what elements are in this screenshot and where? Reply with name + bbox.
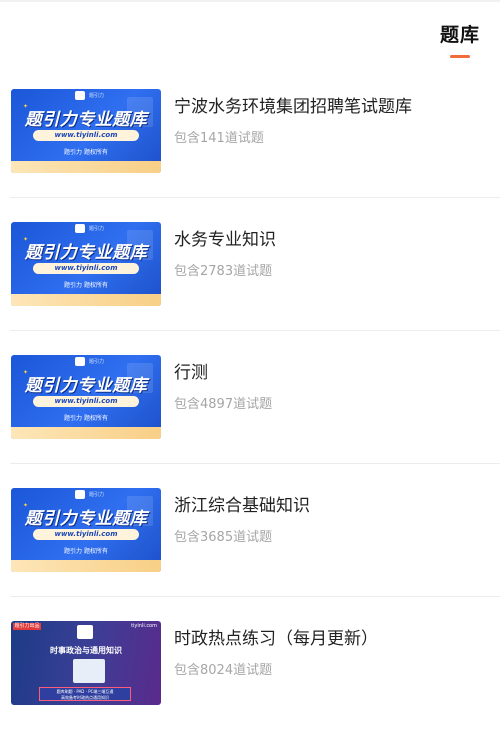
logo-icon (75, 91, 85, 100)
thumbnail-url: tiyinli.com (131, 623, 157, 629)
qr-code-icon (77, 625, 93, 639)
bank-question-count: 包含141道试题 (174, 131, 264, 146)
bank-name[interactable]: 浙江综合基础知识 (174, 491, 310, 516)
bank-name[interactable]: 水务专业知识 (174, 225, 276, 250)
bank-thumbnail: 题引力出品 tiyinli.com 时事政治与通用知识 题库刷题 · PAD ·… (11, 621, 161, 705)
bank-question-count: 包含2783道试题 (174, 264, 273, 279)
thumbnail-logo-text: 题引力 (89, 359, 105, 365)
bank-question-count: 包含3685道试题 (174, 530, 273, 545)
active-tab-indicator (450, 55, 470, 58)
thumbnail-url: www.tiyinli.com (33, 396, 139, 407)
list-item[interactable]: 题引力 ✦ 题引力专业题库 www.tiyinli.com 题引力 题权所有 宁… (0, 64, 500, 197)
list-item[interactable]: 题引力 ✦ 题引力专业题库 www.tiyinli.com 题引力 题权所有 行… (0, 330, 500, 463)
thumbnail-banner: 题库刷题 · PAD · PC端三端互通 高效备考时政热点通用知识 (39, 687, 131, 701)
thumbnail-bottom-band (11, 161, 161, 173)
thumbnail-logo-text: 题引力 (89, 226, 105, 232)
thumbnail-title: 题引力专业题库 (24, 509, 148, 529)
bank-question-count: 包含4897道试题 (174, 397, 273, 412)
thumbnail-tagline: 题引力 题权所有 (64, 548, 108, 555)
logo-icon (75, 224, 85, 233)
thumbnail-logo-text: 题引力 (89, 93, 105, 99)
thumbnail-title: 题引力专业题库 (24, 243, 148, 263)
logo-icon (75, 357, 85, 366)
bank-thumbnail: 题引力 ✦ 题引力专业题库 www.tiyinli.com 题引力 题权所有 (11, 222, 161, 306)
list-item[interactable]: 题引力 ✦ 题引力专业题库 www.tiyinli.com 题引力 题权所有 浙… (0, 463, 500, 596)
thumbnail-logo-text: 题引力 (89, 492, 105, 498)
bank-name[interactable]: 宁波水务环境集团招聘笔试题库 (174, 92, 412, 117)
thumbnail-badge: 题引力出品 (13, 623, 41, 630)
bank-thumbnail: 题引力 ✦ 题引力专业题库 www.tiyinli.com 题引力 题权所有 (11, 355, 161, 439)
thumbnail-title: 题引力专业题库 (24, 110, 148, 130)
bank-question-count: 包含8024道试题 (174, 663, 273, 678)
thumbnail-tagline: 题引力 题权所有 (64, 415, 108, 422)
thumbnail-tagline: 题引力 题权所有 (64, 149, 108, 156)
thumbnail-banner-line2: 高效备考时政热点通用知识 (61, 695, 109, 700)
thumbnail-title: 题引力专业题库 (24, 376, 148, 396)
thumbnail-title: 时事政治与通用知识 (50, 646, 122, 655)
list-item[interactable]: 题引力出品 tiyinli.com 时事政治与通用知识 题库刷题 · PAD ·… (0, 596, 500, 729)
logo-icon (75, 490, 85, 499)
thumbnail-tagline: 题引力 题权所有 (64, 282, 108, 289)
bank-name[interactable]: 时政热点练习（每月更新） (174, 624, 378, 649)
bank-thumbnail: 题引力 ✦ 题引力专业题库 www.tiyinli.com 题引力 题权所有 (11, 488, 161, 572)
bank-name[interactable]: 行测 (174, 358, 208, 383)
thumbnail-bottom-band (11, 560, 161, 572)
list-item[interactable]: 题引力 ✦ 题引力专业题库 www.tiyinli.com 题引力 题权所有 水… (0, 197, 500, 330)
thumbnail-url: www.tiyinli.com (33, 263, 139, 274)
header: 题库 (430, 20, 490, 58)
thumbnail-bottom-band (11, 294, 161, 306)
question-bank-list: 题引力 ✦ 题引力专业题库 www.tiyinli.com 题引力 题权所有 宁… (0, 64, 500, 729)
tab-question-bank[interactable]: 题库 (430, 20, 490, 47)
thumbnail-bottom-band (11, 427, 161, 439)
bank-thumbnail: 题引力 ✦ 题引力专业题库 www.tiyinli.com 题引力 题权所有 (11, 89, 161, 173)
top-divider (0, 0, 500, 2)
app-window-icon (73, 659, 105, 683)
thumbnail-url: www.tiyinli.com (33, 529, 139, 540)
thumbnail-url: www.tiyinli.com (33, 130, 139, 141)
